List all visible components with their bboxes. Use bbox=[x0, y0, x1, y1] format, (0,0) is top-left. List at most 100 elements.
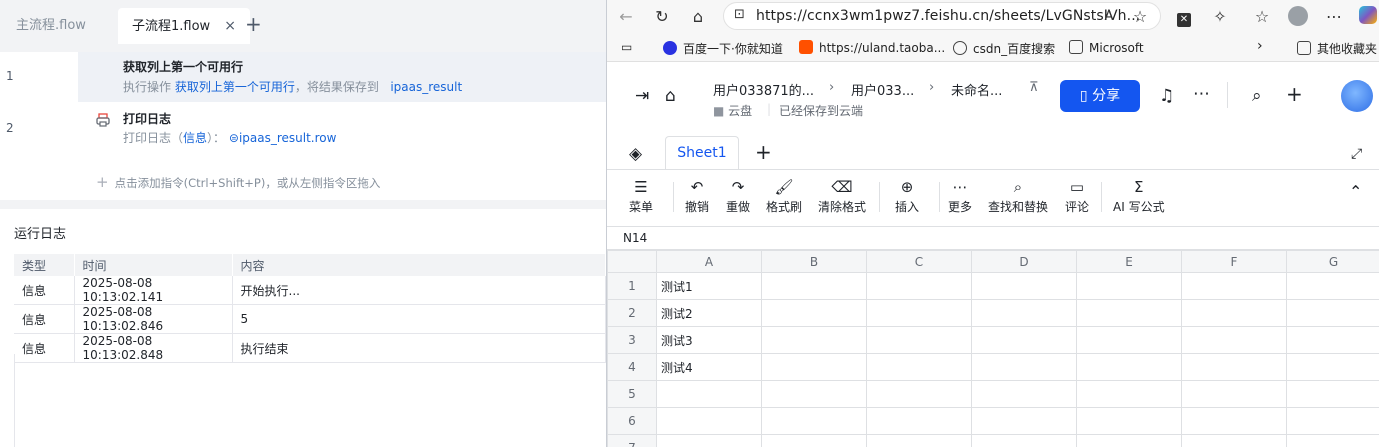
cell[interactable] bbox=[866, 407, 972, 435]
cell[interactable] bbox=[866, 272, 972, 300]
cell[interactable] bbox=[761, 272, 867, 300]
cell[interactable] bbox=[1076, 299, 1182, 327]
layers-icon[interactable]: ◈ bbox=[629, 144, 642, 164]
home-icon[interactable]: ⌂ bbox=[687, 6, 709, 28]
bell-icon[interactable]: ♫ bbox=[1159, 86, 1174, 106]
breadcrumb-item[interactable]: 未命名... bbox=[951, 80, 1002, 99]
cell-reference-box[interactable]: N14 bbox=[607, 226, 1379, 250]
breadcrumb-item[interactable]: 用户033... bbox=[851, 80, 914, 99]
col-header-type[interactable]: 类型 bbox=[14, 254, 75, 276]
sidebar-toggle-icon[interactable]: ⇥ bbox=[635, 86, 649, 106]
tab-sheet1[interactable]: Sheet1 bbox=[665, 136, 739, 170]
cell[interactable] bbox=[761, 434, 867, 447]
cell[interactable] bbox=[1181, 299, 1287, 327]
profile-icon[interactable] bbox=[1287, 6, 1309, 28]
row-header[interactable]: 6 bbox=[607, 407, 657, 435]
chevron-right-icon[interactable]: › bbox=[1257, 38, 1263, 54]
collapse-toolbar-icon[interactable]: ⌃ bbox=[1349, 182, 1362, 201]
cell[interactable] bbox=[761, 380, 867, 408]
clear-format-button[interactable]: ⌫ 清除格式 bbox=[818, 176, 866, 215]
cell[interactable] bbox=[1181, 272, 1287, 300]
row-header[interactable]: 1 bbox=[607, 272, 657, 300]
step-row-1[interactable]: 1 获取列上第一个可用行 执行操作 获取列上第一个可用行，将结果保存到 ipaa… bbox=[0, 52, 606, 102]
cell[interactable] bbox=[866, 434, 972, 447]
menu-button[interactable]: ☰ 菜单 bbox=[629, 176, 653, 215]
site-info-icon[interactable]: ⊡ bbox=[734, 7, 745, 22]
row-header[interactable]: 2 bbox=[607, 299, 657, 327]
log-variable[interactable]: ipaas_result.row bbox=[239, 131, 337, 145]
cell[interactable] bbox=[1286, 272, 1379, 300]
tab-main-flow[interactable]: 主流程.flow bbox=[2, 8, 100, 44]
back-icon[interactable]: ← bbox=[615, 6, 637, 28]
cell[interactable] bbox=[866, 299, 972, 327]
cell[interactable] bbox=[971, 299, 1077, 327]
log-row[interactable]: 信息 2025-08-08 10:13:02.141 开始执行... bbox=[14, 276, 606, 305]
url-text[interactable]: https://ccnx3wm1pwz7.feishu.cn/sheets/Lv… bbox=[756, 8, 1140, 24]
cell-reference[interactable]: N14 bbox=[623, 231, 647, 245]
column-header[interactable]: G bbox=[1286, 250, 1379, 273]
find-replace-button[interactable]: ⌕ 查找和替换 bbox=[988, 176, 1048, 215]
cell[interactable] bbox=[1286, 353, 1379, 381]
location-folder[interactable]: ■ 云盘 bbox=[713, 102, 752, 119]
cell[interactable] bbox=[761, 407, 867, 435]
cell[interactable] bbox=[1286, 380, 1379, 408]
row-header[interactable]: 7 bbox=[607, 434, 657, 447]
add-sheet-icon[interactable]: + bbox=[755, 142, 772, 162]
plus-icon[interactable]: + bbox=[1286, 84, 1303, 104]
cell[interactable] bbox=[971, 434, 1077, 447]
step-card[interactable]: 获取列上第一个可用行 执行操作 获取列上第一个可用行，将结果保存到 ipaas_… bbox=[78, 52, 606, 102]
share-button[interactable]: ▯ 分享 bbox=[1060, 80, 1140, 112]
other-bookmarks-folder[interactable]: 其他收藏夹 bbox=[1297, 40, 1377, 57]
favorites-list-icon[interactable]: ☆ bbox=[1251, 6, 1273, 28]
pane-divider[interactable] bbox=[0, 200, 606, 209]
refresh-icon[interactable]: ↻ bbox=[651, 6, 673, 28]
column-header[interactable]: D bbox=[971, 250, 1077, 273]
bookmark-microsoft[interactable]: Microsoft bbox=[1069, 40, 1144, 55]
cell[interactable]: 测试2 bbox=[656, 299, 762, 327]
home-icon[interactable]: ⌂ bbox=[665, 86, 676, 106]
step-card[interactable]: 打印日志 打印日志（信息）： ⊜ipaas_result.row bbox=[78, 103, 606, 155]
bookmark-csdn[interactable]: csdn_百度搜索 bbox=[953, 40, 1055, 57]
cell[interactable] bbox=[971, 380, 1077, 408]
cell[interactable] bbox=[656, 380, 762, 408]
result-variable[interactable]: ipaas_result bbox=[390, 80, 462, 94]
avatar[interactable] bbox=[1341, 80, 1373, 112]
column-header[interactable]: E bbox=[1076, 250, 1182, 273]
action-link[interactable]: 获取列上第一个可用行 bbox=[175, 80, 295, 94]
insert-button[interactable]: ⊕ 插入 bbox=[895, 176, 919, 215]
cell[interactable] bbox=[761, 326, 867, 354]
ai-formula-button[interactable]: Σ AI 写公式 bbox=[1113, 176, 1165, 215]
breadcrumb-item[interactable]: 用户033871的... bbox=[713, 80, 814, 99]
tab-subflow-1[interactable]: 子流程1.flow × bbox=[118, 8, 250, 44]
cell[interactable] bbox=[1076, 380, 1182, 408]
cell[interactable]: 测试1 bbox=[656, 272, 762, 300]
row-header[interactable]: 5 bbox=[607, 380, 657, 408]
row-header[interactable]: 4 bbox=[607, 353, 657, 381]
more-button[interactable]: ⋯ 更多 bbox=[948, 176, 972, 215]
more-icon[interactable]: ⋯ bbox=[1193, 84, 1210, 104]
favorite-star-icon[interactable]: ☆ bbox=[1129, 6, 1151, 28]
cell[interactable] bbox=[761, 353, 867, 381]
address-bar[interactable]: ⊡ https://ccnx3wm1pwz7.feishu.cn/sheets/… bbox=[723, 2, 1161, 30]
cell[interactable] bbox=[866, 380, 972, 408]
log-row[interactable]: 信息 2025-08-08 10:13:02.846 5 bbox=[14, 304, 606, 334]
extension-x-icon[interactable]: ✕ bbox=[1173, 6, 1195, 28]
cell[interactable]: 测试4 bbox=[656, 353, 762, 381]
bookmark-taobao[interactable]: https://uland.taoba... bbox=[799, 40, 945, 55]
column-header[interactable]: B bbox=[761, 250, 867, 273]
cell[interactable] bbox=[1076, 407, 1182, 435]
column-header[interactable]: F bbox=[1181, 250, 1287, 273]
cell[interactable] bbox=[1076, 353, 1182, 381]
extensions-puzzle-icon[interactable]: ✧ bbox=[1209, 6, 1231, 28]
log-level-link[interactable]: 信息 bbox=[183, 131, 207, 145]
expand-icon[interactable]: ⤢ bbox=[1351, 144, 1362, 164]
row-header[interactable]: 3 bbox=[607, 326, 657, 354]
col-header-content[interactable]: 内容 bbox=[232, 254, 606, 276]
cell[interactable]: 测试3 bbox=[656, 326, 762, 354]
add-tab-icon[interactable]: + bbox=[245, 14, 262, 34]
column-header[interactable]: C bbox=[866, 250, 972, 273]
cell[interactable] bbox=[971, 272, 1077, 300]
cell[interactable] bbox=[1076, 272, 1182, 300]
cell[interactable] bbox=[1181, 407, 1287, 435]
undo-button[interactable]: ↶ 撤销 bbox=[685, 176, 709, 215]
